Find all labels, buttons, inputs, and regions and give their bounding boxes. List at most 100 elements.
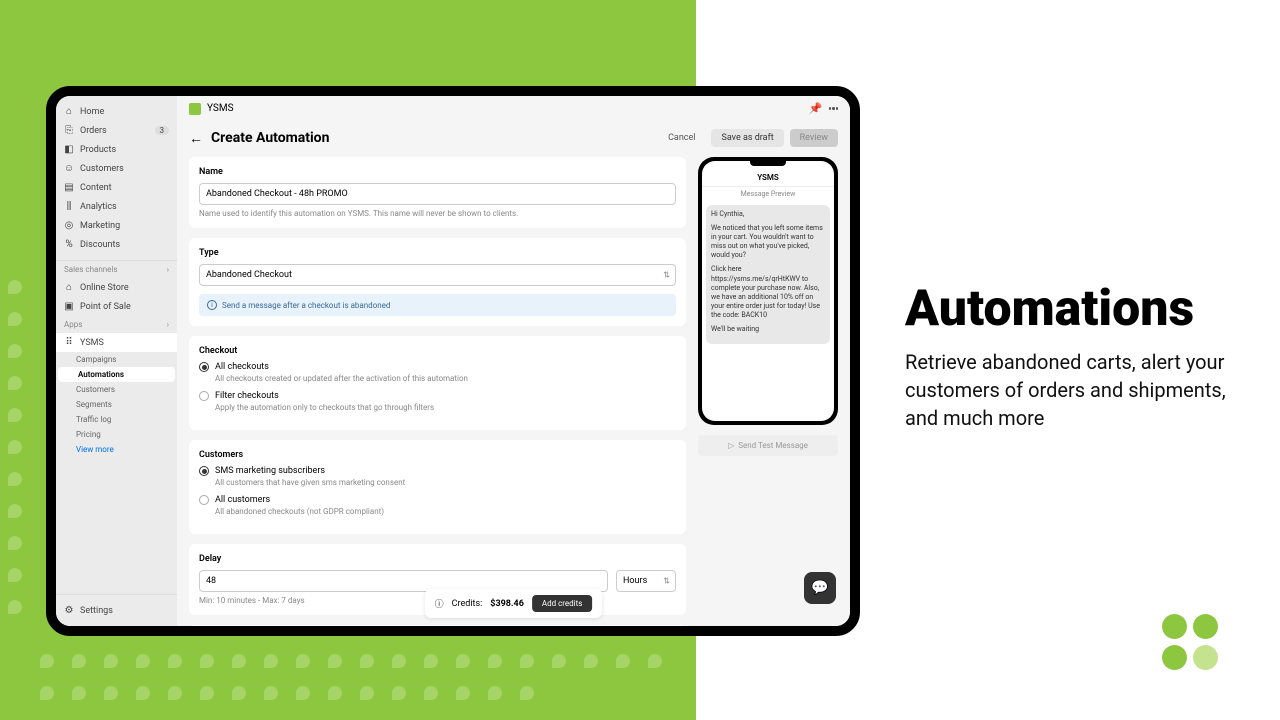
pos-icon: ▣ [64, 301, 74, 312]
nav-label: Home [80, 107, 104, 117]
save-draft-button[interactable]: Save as draft [711, 129, 783, 147]
radio-desc: Apply the automation only to checkouts t… [215, 403, 676, 412]
nav-campaigns[interactable]: Campaigns [56, 352, 177, 367]
nav-customers[interactable]: ☺ Customers [56, 159, 177, 178]
main-area: YSMS 📌 ← Create Automation Cancel Save a… [177, 96, 850, 626]
settings-icon: ⚙ [64, 605, 74, 616]
sales-channels-header[interactable]: Sales channels› [56, 261, 177, 278]
chat-fab[interactable]: 💬 [804, 572, 836, 604]
radio-icon [199, 391, 209, 401]
brand-icon [1193, 614, 1218, 639]
app-window: ⌂Home ⎘Orders3 ◧Products ☺Customers ▤Con… [46, 86, 860, 636]
msg-p2: Click here https://ysms.me/s/qrHtKWV to … [711, 265, 825, 320]
nav-traffic-log[interactable]: Traffic log [56, 412, 177, 427]
review-button[interactable]: Review [790, 129, 838, 147]
nav-label: Content [80, 183, 112, 193]
customers-label: Customers [199, 450, 676, 460]
send-test-button[interactable]: ▷ Send Test Message [698, 435, 838, 456]
chevron-updown-icon: ⇅ [663, 577, 670, 586]
nav-online-store[interactable]: ⌂ Online Store [56, 278, 177, 297]
nav-label: Products [80, 145, 116, 155]
phone-message: Hi Cynthia, We noticed that you left som… [706, 205, 830, 344]
checkout-all-radio[interactable]: All checkouts [199, 362, 676, 372]
ysms-icon: ⠿ [64, 337, 74, 348]
nav-pricing[interactable]: Pricing [56, 427, 177, 442]
nav-analytics[interactable]: ⫼Analytics [56, 197, 177, 216]
marketing-title: Automations [905, 280, 1194, 338]
phone-preview: YSMS Message Preview Hi Cynthia, We noti… [698, 157, 838, 425]
credits-bar: ⓘ Credits: $398.46 Add credits [425, 589, 603, 618]
content-icon: ▤ [64, 182, 74, 193]
store-icon: ⌂ [64, 282, 74, 293]
type-card: Type ⇅ i Send a message after a checkout… [189, 238, 686, 326]
phone-title: YSMS [702, 169, 834, 187]
nav-ysms[interactable]: ⠿ YSMS [56, 333, 177, 352]
nav-label: Point of Sale [80, 302, 131, 312]
name-input[interactable] [199, 183, 676, 205]
nav-marketing[interactable]: ◎Marketing [56, 216, 177, 235]
customers-card: Customers SMS marketing subscribers All … [189, 440, 686, 534]
products-icon: ◧ [64, 144, 74, 155]
checkout-label: Checkout [199, 346, 676, 356]
more-icon[interactable] [829, 107, 839, 110]
chevron-right-icon: › [167, 265, 169, 274]
sidebar: ⌂Home ⎘Orders3 ◧Products ☺Customers ▤Con… [56, 96, 177, 626]
nav-content[interactable]: ▤ Content [56, 178, 177, 197]
brand-icons [1162, 614, 1218, 670]
info-icon: ⓘ [435, 597, 444, 610]
radio-icon [199, 362, 209, 372]
nav-label: Marketing [80, 221, 120, 231]
info-icon: i [207, 300, 217, 310]
customers-subscribers-radio[interactable]: SMS marketing subscribers [199, 466, 676, 476]
pin-icon[interactable]: 📌 [809, 102, 823, 115]
phone-subtitle: Message Preview [702, 187, 834, 201]
nav-orders[interactable]: ⎘Orders3 [56, 121, 177, 140]
brand-icon [1162, 614, 1187, 639]
customers-all-radio[interactable]: All customers [199, 495, 676, 505]
orders-icon: ⎘ [64, 125, 74, 136]
nav-automations[interactable]: Automations [58, 367, 175, 382]
nav-products[interactable]: ◧ Products [56, 140, 177, 159]
name-label: Name [199, 167, 676, 177]
radio-desc: All checkouts created or updated after t… [215, 374, 676, 383]
radio-label: All checkouts [215, 362, 269, 372]
msg-p1: We noticed that you left some items in y… [711, 224, 825, 260]
radio-label: All customers [215, 495, 270, 505]
send-icon: ▷ [728, 441, 734, 450]
apps-header[interactable]: Apps› [56, 316, 177, 333]
checkout-filter-radio[interactable]: Filter checkouts [199, 391, 676, 401]
nav-label: Orders [80, 126, 107, 136]
discounts-icon: % [64, 239, 74, 250]
view-more-link[interactable]: View more [56, 442, 177, 457]
type-select[interactable] [199, 264, 676, 286]
chevron-right-icon: › [167, 320, 169, 329]
nav-home[interactable]: ⌂Home [56, 102, 177, 121]
radio-icon [199, 466, 209, 476]
page-header: ← Create Automation Cancel Save as draft… [189, 129, 838, 147]
nav-customers-sub[interactable]: Customers [56, 382, 177, 397]
add-credits-button[interactable]: Add credits [532, 595, 593, 612]
nav-label: Settings [80, 606, 113, 616]
name-card: Name Name used to identify this automati… [189, 157, 686, 228]
content: ← Create Automation Cancel Save as draft… [177, 121, 850, 626]
nav-pos[interactable]: ▣ Point of Sale [56, 297, 177, 316]
nav-segments[interactable]: Segments [56, 397, 177, 412]
nav-settings[interactable]: ⚙ Settings [56, 601, 177, 620]
nav-label: Online Store [80, 283, 129, 293]
nav-label: YSMS [80, 338, 104, 348]
delay-label: Delay [199, 554, 676, 564]
msg-greeting: Hi Cynthia, [711, 210, 825, 219]
customers-icon: ☺ [64, 163, 74, 174]
marketing-description: Retrieve abandoned carts, alert your cus… [905, 348, 1245, 432]
back-arrow-icon[interactable]: ← [189, 130, 203, 147]
nav-discounts[interactable]: %Discounts [56, 235, 177, 254]
radio-label: Filter checkouts [215, 391, 279, 401]
cancel-button[interactable]: Cancel [658, 129, 705, 147]
msg-p3: We'll be waiting [711, 325, 825, 334]
brand-icon [1193, 645, 1218, 670]
checkout-card: Checkout All checkouts All checkouts cre… [189, 336, 686, 430]
app-logo-icon [189, 103, 201, 115]
nav-label: Customers [80, 164, 124, 174]
analytics-icon: ⫼ [64, 201, 74, 212]
type-info-banner: i Send a message after a checkout is aba… [199, 294, 676, 316]
